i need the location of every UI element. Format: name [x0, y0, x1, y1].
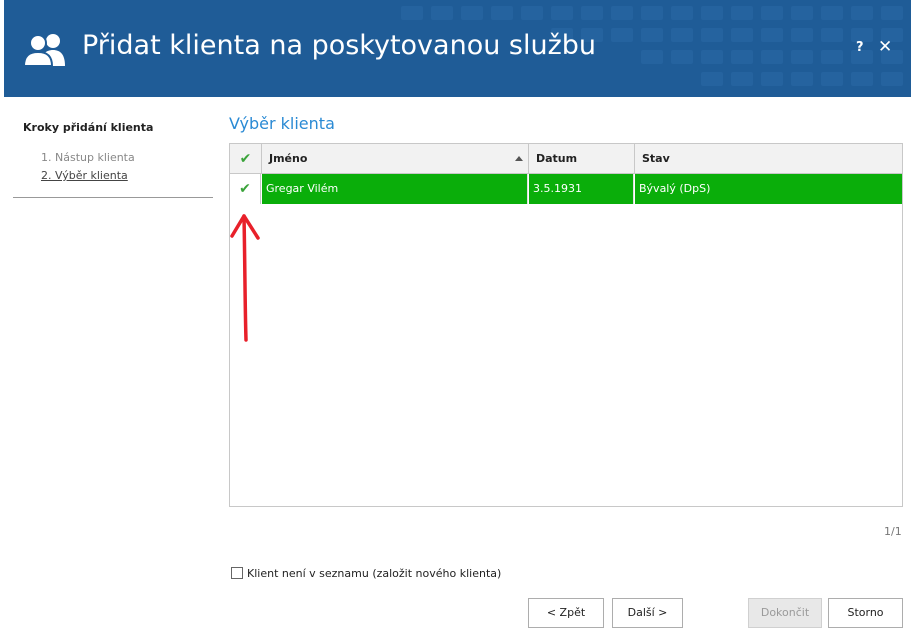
client-grid: ✔ Jméno Datum narození Stav ✔ Gregar Vil…	[229, 143, 903, 507]
sidebar-divider	[13, 197, 213, 198]
check-icon: ✔	[239, 151, 252, 167]
dialog-header: Přidat klienta na poskytovanou službu ? …	[4, 0, 911, 97]
paging-indicator: 1/1	[884, 525, 902, 538]
new-client-checkbox[interactable]: Klient není v seznamu (založit nového kl…	[231, 566, 501, 580]
finish-button: Dokončit	[748, 598, 822, 628]
sidebar-title: Kroky přidání klienta	[23, 121, 154, 134]
users-icon	[22, 34, 65, 66]
dialog-window: Přidat klienta na poskytovanou službu ? …	[0, 0, 915, 638]
name-column-label: Jméno	[269, 152, 308, 165]
section-title: Výběr klienta	[229, 114, 335, 133]
row-dob: 3.5.1931	[529, 174, 634, 204]
checkbox-box[interactable]	[231, 567, 243, 579]
sidebar-step-2[interactable]: 2. Výběr klienta	[41, 169, 128, 182]
status-column-label: Stav	[642, 152, 670, 165]
sort-ascending-icon	[515, 156, 523, 161]
next-button[interactable]: Další >	[612, 598, 683, 628]
grid-header: ✔ Jméno Datum narození Stav	[230, 144, 902, 195]
close-button[interactable]: ✕	[878, 37, 892, 57]
new-client-checkbox-label[interactable]: Klient není v seznamu (založit nového kl…	[247, 567, 501, 580]
table-row[interactable]: ✔ Gregar Vilém 3.5.1931 Bývalý (DpS)	[230, 174, 902, 204]
sidebar-step-1: 1. Nástup klienta	[41, 151, 135, 164]
row-name: Gregar Vilém	[262, 174, 528, 204]
cancel-button[interactable]: Storno	[828, 598, 903, 628]
row-status: Bývalý (DpS)	[635, 174, 902, 204]
dialog-title: Přidat klienta na poskytovanou službu	[82, 30, 597, 61]
check-column-header[interactable]: ✔	[230, 144, 262, 174]
help-button[interactable]: ?	[856, 40, 864, 55]
name-column-header[interactable]: Jméno	[262, 144, 529, 174]
status-column-header[interactable]: Stav	[635, 144, 902, 174]
row-check-icon[interactable]: ✔	[230, 174, 261, 204]
back-button[interactable]: < Zpět	[528, 598, 604, 628]
dob-column-header[interactable]: Datum narození	[529, 144, 635, 195]
